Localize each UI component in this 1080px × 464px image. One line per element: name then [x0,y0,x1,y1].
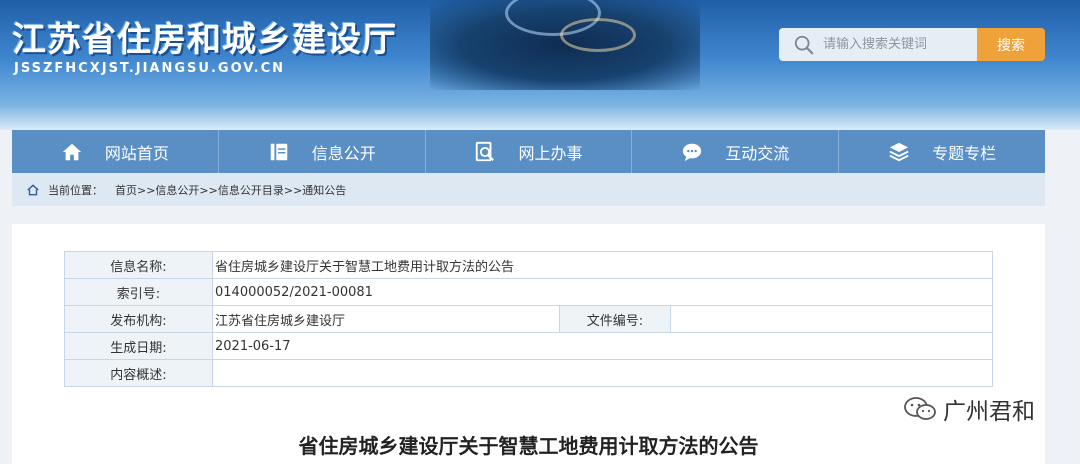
watermark-text: 广州君和 [943,399,1035,425]
nav-item-online-service[interactable]: 网上办事 [426,130,633,173]
nav-item-label: 网上办事 [518,143,583,163]
nav-item-label: 专题专栏 [932,143,997,163]
layers-icon [889,142,909,161]
search-icon [794,35,814,54]
search-button[interactable]: 搜索 [977,28,1045,61]
info-table: 信息名称: 省住房城乡建设厅关于智慧工地费用计取方法的公告 索引号: 01400… [64,251,993,387]
banner-decoration [560,18,636,52]
info-date-label: 生成日期: [64,332,213,360]
nav-item-info-disclosure[interactable]: 信息公开 [219,130,426,173]
info-date-value: 2021-06-17 [212,332,993,360]
info-index-value: 014000052/2021-00081 [212,278,993,306]
table-row: 生成日期: 2021-06-17 [64,332,993,360]
home-icon [62,143,82,160]
nav-item-home[interactable]: 网站首页 [12,130,219,173]
home-icon [27,183,39,195]
document-icon [270,143,287,160]
info-org-value: 江苏省住房城乡建设厅 [212,305,560,333]
nav-item-label: 网站首页 [104,143,169,163]
search-input[interactable] [821,36,975,53]
watermark: 广州君和 [903,392,1035,426]
info-index-label: 索引号: [64,278,213,306]
header-banner: 江苏省住房和城乡建设厅 JSSZFHCXJST.JIANGSU.GOV.CN 搜… [0,0,1080,130]
table-row: 信息名称: 省住房城乡建设厅关于智慧工地费用计取方法的公告 [64,251,993,279]
chat-icon [683,143,702,161]
article-title: 省住房城乡建设厅关于智慧工地费用计取方法的公告 [298,434,759,458]
main-nav: 网站首页 信息公开 网上办事 互动交流 专题专栏 [12,130,1045,173]
info-summary-value [212,359,993,387]
content-panel: 信息名称: 省住房城乡建设厅关于智慧工地费用计取方法的公告 索引号: 01400… [12,224,1045,464]
info-docno-label: 文件编号: [559,305,671,333]
nav-item-special-topics[interactable]: 专题专栏 [839,130,1045,173]
info-name-label: 信息名称: [64,251,213,279]
site-domain: JSSZFHCXJST.JIANGSU.GOV.CN [14,61,286,76]
nav-item-label: 互动交流 [725,143,790,163]
search-box [779,28,977,61]
table-row: 发布机构: 江苏省住房城乡建设厅 文件编号: [64,305,993,333]
breadcrumb-label: 当前位置： [48,183,103,197]
nav-item-label: 信息公开 [311,143,376,163]
info-docno-value [670,305,993,333]
breadcrumb-path[interactable]: 首页>>信息公开>>信息公开目录>>通知公告 [115,182,346,198]
nav-item-interaction[interactable]: 互动交流 [632,130,840,173]
info-summary-label: 内容概述: [64,359,213,387]
site-title[interactable]: 江苏省住房和城乡建设厅 [12,12,397,61]
breadcrumb: 当前位置： 首页>>信息公开>>信息公开目录>>通知公告 [12,173,1045,206]
info-name-value: 省住房城乡建设厅关于智慧工地费用计取方法的公告 [212,251,993,279]
table-row: 索引号: 014000052/2021-00081 [64,278,993,306]
table-row: 内容概述: [64,359,993,387]
info-org-label: 发布机构: [64,305,213,333]
search-doc-icon [476,141,495,161]
wechat-icon [904,397,936,420]
